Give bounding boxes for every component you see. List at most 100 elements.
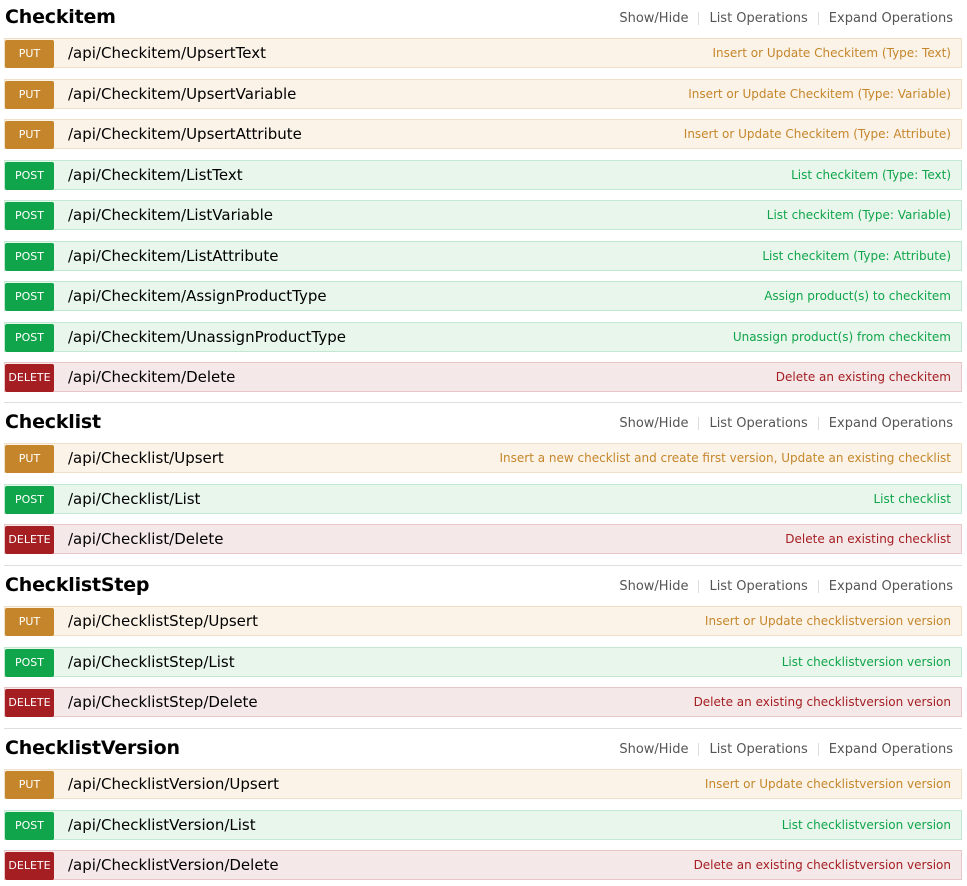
endpoint-summary[interactable]: Delete an existing checklistversion vers… xyxy=(694,858,951,872)
endpoint-path[interactable]: /api/Checkitem/AssignProductType xyxy=(68,287,327,305)
list-operations-link[interactable]: List Operations xyxy=(709,416,807,431)
endpoint-summary[interactable]: Unassign product(s) from checkitem xyxy=(733,330,951,344)
group-header: ChecklistStep Show/Hide List Operations Exp… xyxy=(0,568,967,604)
operation-row[interactable]: DELETE/api/ChecklistStep/Delete Delete an… xyxy=(4,687,962,717)
endpoint-path[interactable]: /api/Checkitem/UnassignProductType xyxy=(68,328,346,346)
operation-row[interactable]: POST/api/Checkitem/AssignProductType Assi… xyxy=(4,281,962,311)
operation-row[interactable]: DELETE/api/Checkitem/Delete Delete an exi… xyxy=(4,362,962,392)
operation-row[interactable]: POST/api/ChecklistVersion/List List check… xyxy=(4,809,962,840)
group-actions: Show/Hide List Operations Expand Operation… xyxy=(619,11,953,26)
group-divider xyxy=(4,728,962,729)
http-method-badge[interactable]: POST xyxy=(5,202,54,230)
show-hide-link[interactable]: Show/Hide xyxy=(619,742,688,757)
group-title[interactable]: Checklist xyxy=(5,411,101,433)
expand-operations-link[interactable]: Expand Operations xyxy=(829,742,953,757)
endpoint-path[interactable]: /api/Checklist/Upsert xyxy=(68,449,224,467)
link-separator xyxy=(817,12,819,25)
show-hide-link[interactable]: Show/Hide xyxy=(619,416,688,431)
operation-row[interactable]: PUT/api/Checklist/Upsert Insert a new che… xyxy=(4,443,962,473)
endpoint-summary[interactable]: List checklistversion version xyxy=(782,655,951,669)
http-method-badge[interactable]: DELETE xyxy=(5,852,54,880)
http-method-badge[interactable]: DELETE xyxy=(5,364,54,392)
group-header: Checkitem Show/Hide List Operations Expand … xyxy=(0,0,967,36)
http-method-badge[interactable]: POST xyxy=(5,485,54,514)
group-title[interactable]: Checkitem xyxy=(5,6,116,28)
operation-row[interactable]: DELETE/api/Checklist/Delete Delete an exi… xyxy=(4,524,962,554)
http-method-badge[interactable]: PUT xyxy=(5,445,54,473)
http-method-badge[interactable]: POST xyxy=(5,323,54,352)
endpoint-summary[interactable]: Delete an existing checklistversion vers… xyxy=(694,695,951,709)
resource-group-checklistversion: ChecklistVersion Show/Hide List Operations… xyxy=(0,731,967,880)
endpoint-summary[interactable]: Insert or Update Checkitem (Type: Variab… xyxy=(688,87,951,101)
endpoint-summary[interactable]: Insert or Update Checkitem (Type: Text) xyxy=(713,46,952,60)
operation-row[interactable]: POST/api/Checkitem/ListVariable List chec… xyxy=(4,200,962,230)
endpoint-path[interactable]: /api/ChecklistVersion/Upsert xyxy=(68,775,279,793)
endpoint-path[interactable]: /api/ChecklistStep/Delete xyxy=(68,693,258,711)
endpoint-path[interactable]: /api/ChecklistVersion/Delete xyxy=(68,856,279,874)
endpoint-path[interactable]: /api/Checkitem/UpsertAttribute xyxy=(68,125,302,143)
expand-operations-link[interactable]: Expand Operations xyxy=(829,11,953,26)
group-title[interactable]: ChecklistStep xyxy=(5,574,150,596)
endpoint-path[interactable]: /api/Checkitem/Delete xyxy=(68,368,235,386)
resource-group-checkitem: Checkitem Show/Hide List Operations Expand … xyxy=(0,0,967,392)
endpoint-summary[interactable]: List checkitem (Type: Attribute) xyxy=(762,249,951,263)
endpoint-path[interactable]: /api/Checkitem/ListVariable xyxy=(68,206,273,224)
endpoint-summary[interactable]: Delete an existing checklist xyxy=(785,532,951,546)
list-operations-link[interactable]: List Operations xyxy=(709,742,807,757)
list-operations-link[interactable]: List Operations xyxy=(709,11,807,26)
group-header: ChecklistVersion Show/Hide List Operations… xyxy=(0,731,967,767)
endpoint-path[interactable]: /api/ChecklistStep/List xyxy=(68,653,235,671)
expand-operations-link[interactable]: Expand Operations xyxy=(829,579,953,594)
show-hide-link[interactable]: Show/Hide xyxy=(619,579,688,594)
endpoint-path[interactable]: /api/ChecklistStep/Upsert xyxy=(68,612,258,630)
group-title[interactable]: ChecklistVersion xyxy=(5,737,180,759)
operation-row[interactable]: POST/api/Checkitem/ListText List checkite… xyxy=(4,159,962,190)
endpoint-summary[interactable]: Assign product(s) to checkitem xyxy=(764,289,951,303)
operation-row[interactable]: POST/api/Checklist/List List checklist xyxy=(4,483,962,514)
operation-row[interactable]: POST/api/ChecklistStep/List List checklis… xyxy=(4,646,962,677)
endpoint-summary[interactable]: List checklist xyxy=(873,492,951,506)
expand-operations-link[interactable]: Expand Operations xyxy=(829,416,953,431)
http-method-badge[interactable]: PUT xyxy=(5,40,54,68)
endpoint-summary[interactable]: Insert or Update checklistversion versio… xyxy=(705,777,951,791)
http-method-badge[interactable]: PUT xyxy=(5,771,54,799)
operation-row[interactable]: PUT/api/Checkitem/UpsertText Insert or Up… xyxy=(4,38,962,68)
http-method-badge[interactable]: PUT xyxy=(5,608,54,636)
endpoint-path[interactable]: /api/Checkitem/UpsertVariable xyxy=(68,85,296,103)
endpoint-path[interactable]: /api/Checkitem/ListAttribute xyxy=(68,247,279,265)
http-method-badge[interactable]: POST xyxy=(5,161,54,190)
http-method-badge[interactable]: PUT xyxy=(5,80,54,109)
http-method-badge[interactable]: POST xyxy=(5,648,54,677)
operation-row[interactable]: POST/api/Checkitem/UnassignProductType Un… xyxy=(4,321,962,352)
endpoint-summary[interactable]: List checklistversion version xyxy=(782,818,951,832)
endpoint-summary[interactable]: Insert a new checklist and create first … xyxy=(500,451,951,465)
resource-group-checkliststep: ChecklistStep Show/Hide List Operations Exp… xyxy=(0,568,967,717)
operation-row[interactable]: PUT/api/Checkitem/UpsertVariable Insert o… xyxy=(4,78,962,109)
operation-row[interactable]: POST/api/Checkitem/ListAttribute List che… xyxy=(4,240,962,271)
endpoint-summary[interactable]: List checkitem (Type: Text) xyxy=(791,168,951,182)
http-method-badge[interactable]: POST xyxy=(5,811,54,840)
endpoint-path[interactable]: /api/Checkitem/ListText xyxy=(68,166,243,184)
link-separator xyxy=(817,580,819,593)
http-method-badge[interactable]: POST xyxy=(5,283,54,311)
group-actions: Show/Hide List Operations Expand Operation… xyxy=(619,742,953,757)
endpoint-summary[interactable]: List checkitem (Type: Variable) xyxy=(767,208,951,222)
operation-row[interactable]: PUT/api/Checkitem/UpsertAttribute Insert … xyxy=(4,119,962,149)
operation-row[interactable]: DELETE/api/ChecklistVersion/Delete Delete… xyxy=(4,850,962,880)
list-operations-link[interactable]: List Operations xyxy=(709,579,807,594)
endpoint-summary[interactable]: Delete an existing checkitem xyxy=(776,370,951,384)
endpoint-path[interactable]: /api/Checklist/List xyxy=(68,490,200,508)
endpoint-path[interactable]: /api/Checkitem/UpsertText xyxy=(68,44,266,62)
http-method-badge[interactable]: DELETE xyxy=(5,526,54,554)
http-method-badge[interactable]: POST xyxy=(5,242,54,271)
operation-row[interactable]: PUT/api/ChecklistVersion/Upsert Insert or… xyxy=(4,769,962,799)
endpoint-path[interactable]: /api/Checklist/Delete xyxy=(68,530,224,548)
endpoint-path[interactable]: /api/ChecklistVersion/List xyxy=(68,816,256,834)
endpoint-summary[interactable]: Insert or Update Checkitem (Type: Attrib… xyxy=(684,127,951,141)
http-method-badge[interactable]: DELETE xyxy=(5,689,54,717)
operation-row[interactable]: PUT/api/ChecklistStep/Upsert Insert or Up… xyxy=(4,606,962,636)
show-hide-link[interactable]: Show/Hide xyxy=(619,11,688,26)
endpoint-summary[interactable]: Insert or Update checklistversion versio… xyxy=(705,614,951,628)
http-method-badge[interactable]: PUT xyxy=(5,121,54,149)
group-header: Checklist Show/Hide List Operations Expand … xyxy=(0,405,967,441)
